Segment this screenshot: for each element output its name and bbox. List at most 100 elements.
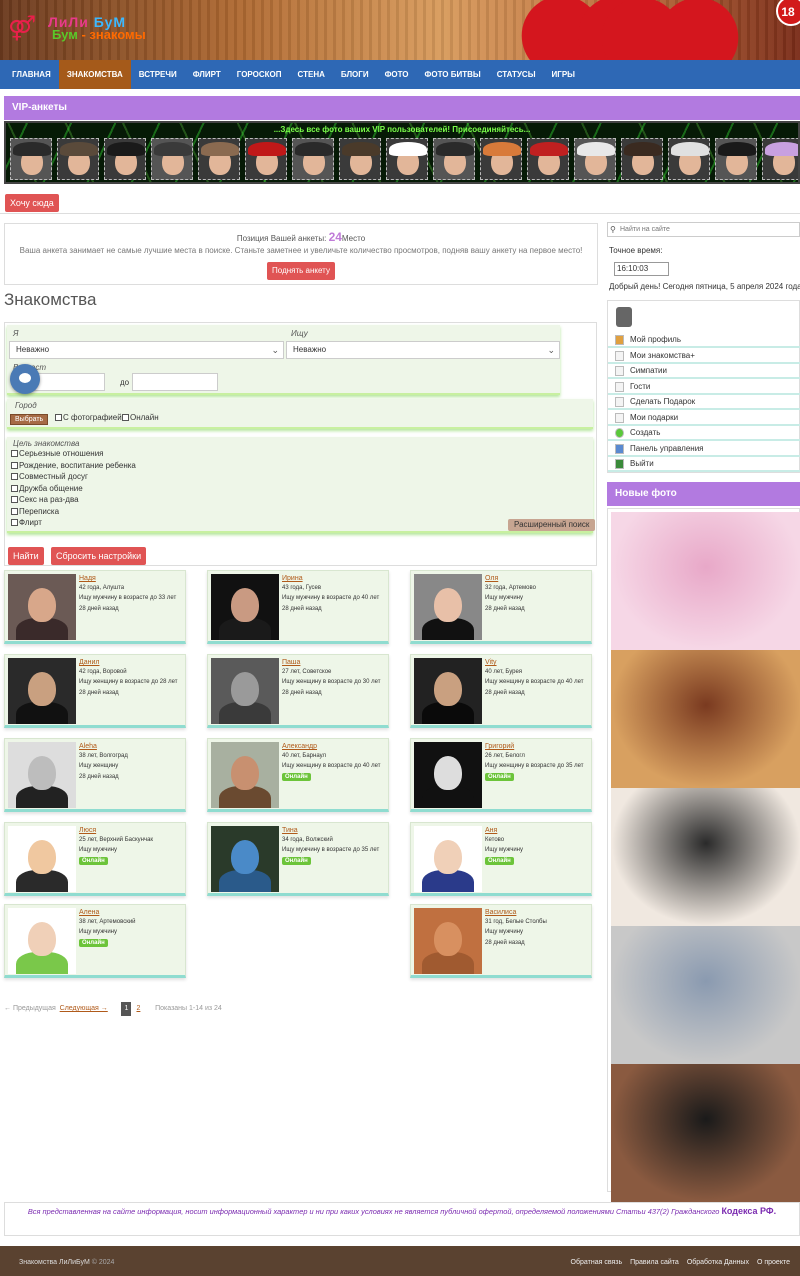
footer-link[interactable]: О проекте: [757, 1259, 790, 1266]
online-checkbox[interactable]: Онлайн: [122, 413, 159, 422]
user-photo[interactable]: [414, 826, 482, 892]
chat-bubble-icon[interactable]: [10, 364, 40, 394]
new-photo-thumb[interactable]: [611, 926, 800, 1064]
goal-checkbox-2[interactable]: Совместный досуг: [11, 472, 88, 481]
user-card[interactable]: Алена 38 лет, Артемовский Ищу мужчину Онлай…: [4, 904, 186, 978]
vip-avatar[interactable]: [527, 138, 569, 180]
sidebar-item-5[interactable]: Мои подарки: [608, 411, 800, 426]
user-name-link[interactable]: Александр: [282, 743, 317, 750]
user-name-link[interactable]: Паша: [282, 659, 300, 666]
user-photo[interactable]: [8, 826, 76, 892]
goal-checkbox-6[interactable]: Флирт: [11, 518, 42, 527]
vip-avatar[interactable]: [386, 138, 428, 180]
nav-item-10[interactable]: Игры: [544, 60, 583, 89]
user-name-link[interactable]: Данил: [79, 659, 100, 666]
nav-item-7[interactable]: Фото: [377, 60, 417, 89]
sidebar-item-0[interactable]: Мой профиль: [608, 333, 800, 348]
user-card[interactable]: Аня Кетово Ищу мужчину Онлайн: [410, 822, 592, 896]
nav-item-0[interactable]: Главная: [4, 60, 59, 89]
goal-checkbox-4[interactable]: Секс на раз-два: [11, 495, 79, 504]
user-card[interactable]: Данил 42 года, Воровой Ищу женщину в возра…: [4, 654, 186, 728]
vip-avatar[interactable]: [198, 138, 240, 180]
user-card[interactable]: Aleha 38 лет, Волгоград Ищу женщину 28 дней…: [4, 738, 186, 812]
sidebar-item-2[interactable]: Симпатии: [608, 364, 800, 379]
nav-item-8[interactable]: Фото битвы: [417, 60, 489, 89]
user-card[interactable]: Оля 32 года, Артемово Ищу мужчину 28 дней н…: [410, 570, 592, 644]
goal-checkbox-1[interactable]: Рождение, воспитание ребенка: [11, 461, 136, 470]
user-photo[interactable]: [211, 574, 279, 640]
user-name-link[interactable]: Надя: [79, 575, 96, 582]
user-name-link[interactable]: Aleha: [79, 743, 97, 750]
reset-settings-button[interactable]: Сбросить настройки: [51, 547, 147, 565]
goal-checkbox-0[interactable]: Серьезные отношения: [11, 449, 104, 458]
user-name-link[interactable]: Григорий: [485, 743, 514, 750]
vip-avatar[interactable]: [621, 138, 663, 180]
page-number[interactable]: 2: [133, 1002, 143, 1016]
site-search-input[interactable]: ⚲ Найти на сайте: [607, 222, 800, 237]
age-from-input[interactable]: [33, 373, 105, 391]
user-name-link[interactable]: Оля: [485, 575, 498, 582]
user-name-link[interactable]: Алена: [79, 909, 99, 916]
seek-gender-select[interactable]: Неважно ⌄: [286, 341, 560, 359]
vip-avatar[interactable]: [433, 138, 475, 180]
user-card[interactable]: Тина 34 года, Волжский Ищу мужчину в возра…: [207, 822, 389, 896]
user-card[interactable]: Vity 40 лет, Бурея Ищу женщину в возрасте …: [410, 654, 592, 728]
user-card[interactable]: Паша 27 лет, Советское Ищу женщину в возра…: [207, 654, 389, 728]
user-name-link[interactable]: Тина: [282, 827, 298, 834]
page-number[interactable]: 1: [121, 1002, 132, 1016]
user-photo[interactable]: [414, 574, 482, 640]
footer-link[interactable]: Обратная связь: [571, 1259, 623, 1266]
want-here-button[interactable]: Хочу сюда: [5, 194, 59, 212]
sidebar-item-7[interactable]: Панель управления: [608, 442, 800, 457]
nav-item-1[interactable]: Знакомства: [58, 60, 131, 89]
nav-item-4[interactable]: Гороскоп: [229, 60, 290, 89]
nav-item-3[interactable]: Флирт: [185, 60, 229, 89]
user-photo[interactable]: [211, 742, 279, 808]
user-name-link[interactable]: Vity: [485, 659, 497, 666]
user-photo[interactable]: [414, 908, 482, 974]
user-name-link[interactable]: Василиса: [485, 909, 516, 916]
user-name-link[interactable]: Люся: [79, 827, 96, 834]
user-card[interactable]: Ирина 43 года, Гусев Ищу мужчину в возраст…: [207, 570, 389, 644]
new-photo-thumb[interactable]: [611, 1064, 800, 1202]
new-photo-thumb[interactable]: [611, 512, 800, 650]
user-card[interactable]: Василиса 31 год, Белые Столбы Ищу мужчину 2…: [410, 904, 592, 978]
user-photo[interactable]: [8, 908, 76, 974]
user-photo[interactable]: [8, 658, 76, 724]
user-name-link[interactable]: Ирина: [282, 575, 303, 582]
user-card[interactable]: Надя 42 года, Алушта Ищу мужчину в возраст…: [4, 570, 186, 644]
goal-checkbox-3[interactable]: Дружба общение: [11, 484, 83, 493]
vip-avatar[interactable]: [480, 138, 522, 180]
vip-avatar[interactable]: [104, 138, 146, 180]
find-button[interactable]: Найти: [8, 547, 44, 565]
vip-avatar[interactable]: [151, 138, 193, 180]
sidebar-item-6[interactable]: Создать: [608, 426, 800, 441]
goal-checkbox-5[interactable]: Переписка: [11, 507, 59, 516]
user-photo[interactable]: [211, 658, 279, 724]
user-photo[interactable]: [414, 658, 482, 724]
sidebar-item-4[interactable]: Сделать Подарок: [608, 395, 800, 410]
footer-link[interactable]: Правила сайта: [630, 1259, 679, 1266]
site-logo[interactable]: ⚤ ЛиЛи БуМ Бум - знакомы: [8, 14, 178, 48]
nav-item-5[interactable]: Стена: [290, 60, 333, 89]
user-photo[interactable]: [8, 574, 76, 640]
user-photo[interactable]: [414, 742, 482, 808]
vip-avatar[interactable]: [762, 138, 798, 180]
vip-avatar[interactable]: [574, 138, 616, 180]
sidebar-item-8[interactable]: Выйти: [608, 457, 800, 472]
user-name-link[interactable]: Аня: [485, 827, 497, 834]
new-photo-thumb[interactable]: [611, 788, 800, 926]
with-photo-checkbox[interactable]: С фотографией: [55, 413, 122, 422]
vip-avatar[interactable]: [339, 138, 381, 180]
user-card[interactable]: Александр 40 лет, Барнаул Ищу женщину в во…: [207, 738, 389, 812]
vip-avatar[interactable]: [57, 138, 99, 180]
nav-item-9[interactable]: Статусы: [489, 60, 544, 89]
vip-avatar[interactable]: [245, 138, 287, 180]
advanced-search-button[interactable]: Расширенный поиск: [508, 519, 596, 531]
next-page-link[interactable]: Следующая →: [60, 1005, 108, 1012]
sidebar-item-3[interactable]: Гости: [608, 380, 800, 395]
footer-link[interactable]: Обработка Данных: [687, 1259, 749, 1266]
age-to-input[interactable]: [132, 373, 218, 391]
vip-avatar[interactable]: [715, 138, 757, 180]
i-gender-select[interactable]: Неважно ⌄: [9, 341, 284, 359]
